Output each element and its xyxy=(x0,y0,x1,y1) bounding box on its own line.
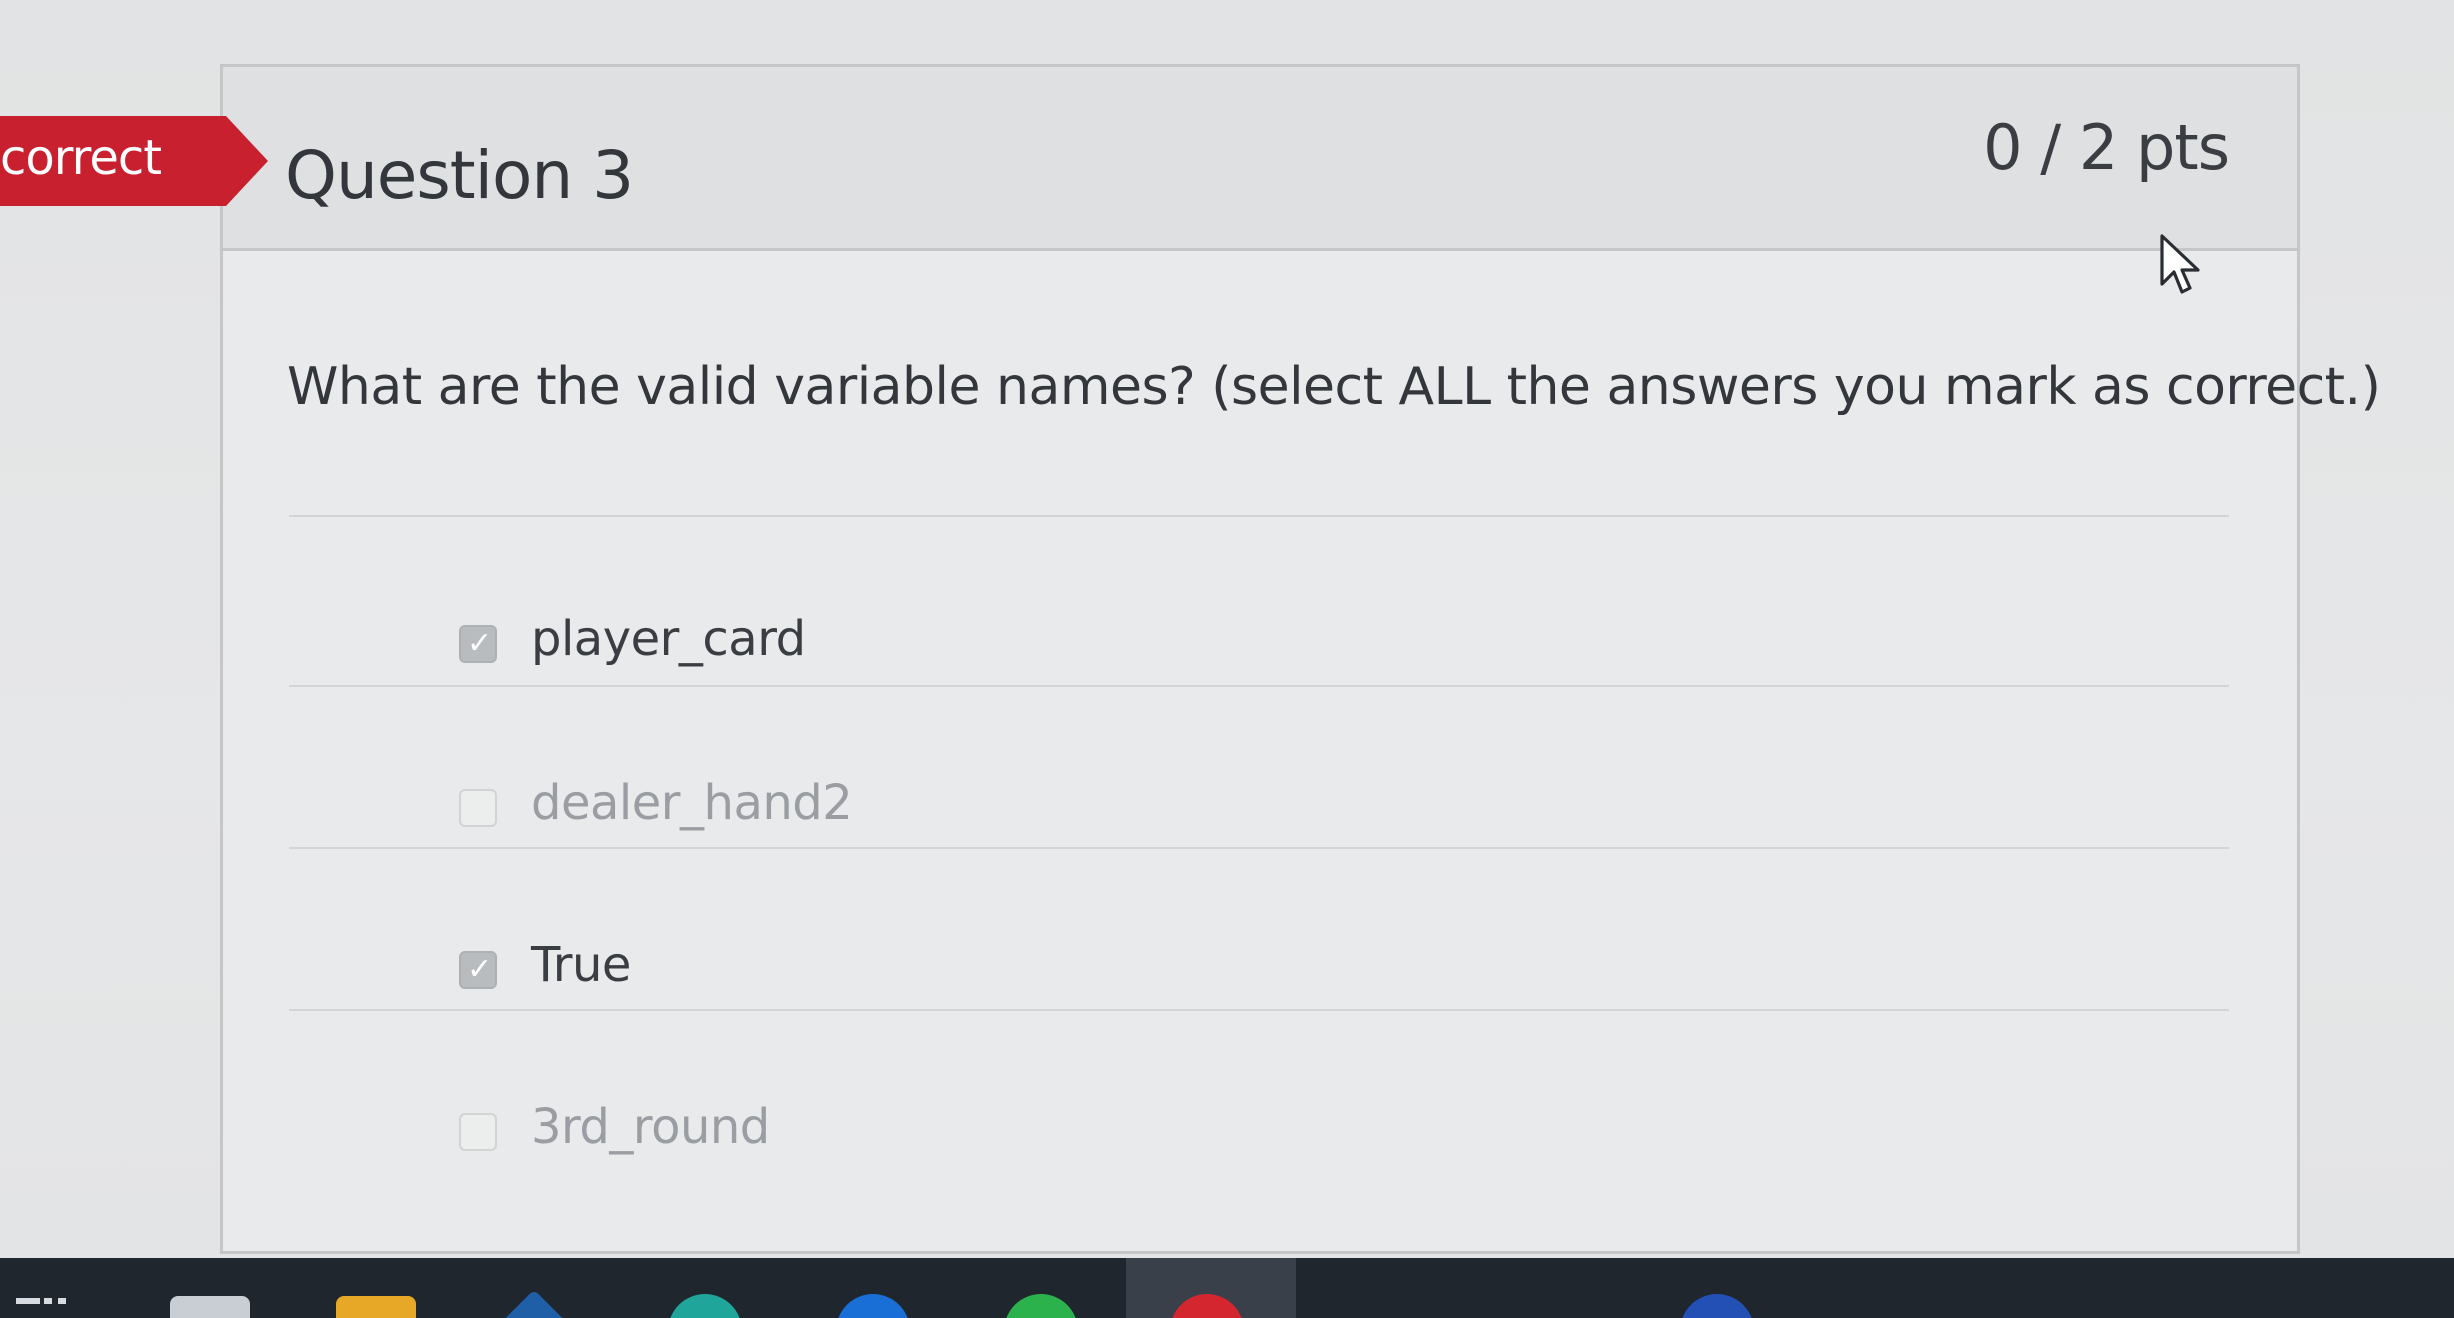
checkbox-checked[interactable]: ✓ xyxy=(459,951,497,989)
answer-option-3rd-round[interactable]: 3rd_round xyxy=(289,1055,2229,1215)
answer-divider xyxy=(289,847,2229,849)
app-icon[interactable] xyxy=(491,1289,577,1318)
answer-divider xyxy=(289,1009,2229,1011)
mouse-pointer-icon xyxy=(2160,234,2200,294)
checkmark-icon: ✓ xyxy=(467,626,493,661)
answers-top-divider xyxy=(289,515,2229,517)
answer-divider xyxy=(289,685,2229,687)
question-prompt: What are the valid variable names? (sele… xyxy=(287,357,2381,417)
checkbox-unchecked[interactable] xyxy=(459,1113,497,1151)
result-badge: correct xyxy=(0,116,268,206)
answer-label: 3rd_round xyxy=(531,1099,770,1155)
widgets-icon[interactable] xyxy=(14,1294,74,1318)
checkbox-unchecked[interactable] xyxy=(459,789,497,827)
answer-option-player-card[interactable]: ✓ player_card xyxy=(289,567,2229,727)
checkmark-icon: ✓ xyxy=(467,952,493,987)
edge-browser-icon[interactable] xyxy=(668,1294,742,1318)
app-icon[interactable] xyxy=(836,1294,910,1318)
question-points: 0 / 2 pts xyxy=(1983,111,2230,184)
result-badge-label: correct xyxy=(0,130,162,186)
checkbox-checked[interactable]: ✓ xyxy=(459,625,497,663)
file-explorer-icon[interactable] xyxy=(336,1296,416,1318)
answer-option-true[interactable]: ✓ True xyxy=(289,893,2229,1053)
answer-label: player_card xyxy=(531,611,806,667)
folder-icon[interactable] xyxy=(170,1296,250,1318)
chrome-browser-icon[interactable] xyxy=(1004,1294,1078,1318)
taskbar xyxy=(0,1258,2454,1318)
answer-option-dealer-hand2[interactable]: dealer_hand2 xyxy=(289,731,2229,891)
question-header: Question 3 0 / 2 pts xyxy=(223,67,2297,251)
quiz-page: correct Question 3 0 / 2 pts What are th… xyxy=(0,0,2454,1258)
app-icon[interactable] xyxy=(1680,1294,1754,1318)
question-title: Question 3 xyxy=(285,137,634,214)
question-card: Question 3 0 / 2 pts What are the valid … xyxy=(220,64,2381,1254)
answer-label: dealer_hand2 xyxy=(531,775,853,831)
answer-label: True xyxy=(531,937,631,993)
